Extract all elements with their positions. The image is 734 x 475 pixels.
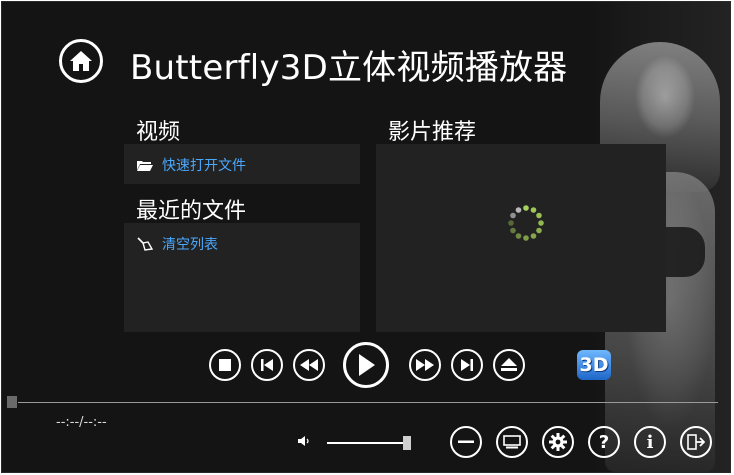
fast-forward-button[interactable] (409, 349, 441, 381)
exit-button[interactable] (680, 426, 712, 458)
player-window: Butterfly3D立体视频播放器 视频 快速打开文件 最近的文件 清空列表 … (1, 1, 731, 473)
recent-files-heading: 最近的文件 (136, 199, 247, 224)
help-button[interactable]: ? (588, 426, 620, 458)
eject-button[interactable] (493, 349, 525, 381)
play-button[interactable] (343, 342, 389, 388)
screen-mode-button[interactable] (496, 426, 528, 458)
info-button[interactable]: i (634, 426, 666, 458)
loading-spinner-icon (508, 205, 544, 241)
open-file-label: 快速打开文件 (162, 158, 246, 174)
exit-icon (687, 434, 705, 450)
rewind-icon (300, 359, 318, 371)
volume-slider[interactable] (327, 442, 407, 444)
minimize-button[interactable] (450, 426, 482, 458)
info-icon: i (646, 431, 654, 453)
home-icon (70, 51, 92, 71)
broom-icon (136, 237, 154, 251)
next-button[interactable] (451, 349, 483, 381)
open-file-link[interactable]: 快速打开文件 (136, 155, 246, 175)
clear-list-label: 清空列表 (162, 237, 218, 253)
previous-button[interactable] (251, 349, 283, 381)
app-title: Butterfly3D立体视频播放器 (130, 48, 568, 88)
folder-icon (136, 158, 154, 172)
stop-icon (219, 359, 231, 371)
progress-handle[interactable] (7, 396, 17, 408)
help-icon: ? (598, 431, 610, 453)
next-icon (461, 359, 473, 371)
screen-icon (503, 435, 521, 449)
fast-forward-icon (416, 359, 434, 371)
time-display: --:--/--:-- (56, 415, 107, 430)
progress-bar[interactable] (18, 402, 718, 403)
eject-icon (501, 358, 517, 371)
3d-mode-button[interactable]: 3D (577, 350, 611, 380)
play-icon (359, 354, 375, 376)
stop-button[interactable] (209, 349, 241, 381)
previous-icon (261, 359, 273, 371)
rewind-button[interactable] (293, 349, 325, 381)
recommend-heading: 影片推荐 (388, 120, 477, 145)
volume-handle[interactable] (403, 436, 411, 450)
volume-icon[interactable] (298, 435, 312, 447)
home-button[interactable] (59, 39, 103, 83)
settings-button[interactable] (542, 426, 574, 458)
clear-list-link[interactable]: 清空列表 (136, 234, 218, 254)
video-heading: 视频 (136, 120, 181, 145)
minimize-icon (458, 440, 474, 443)
gear-icon (549, 433, 567, 451)
